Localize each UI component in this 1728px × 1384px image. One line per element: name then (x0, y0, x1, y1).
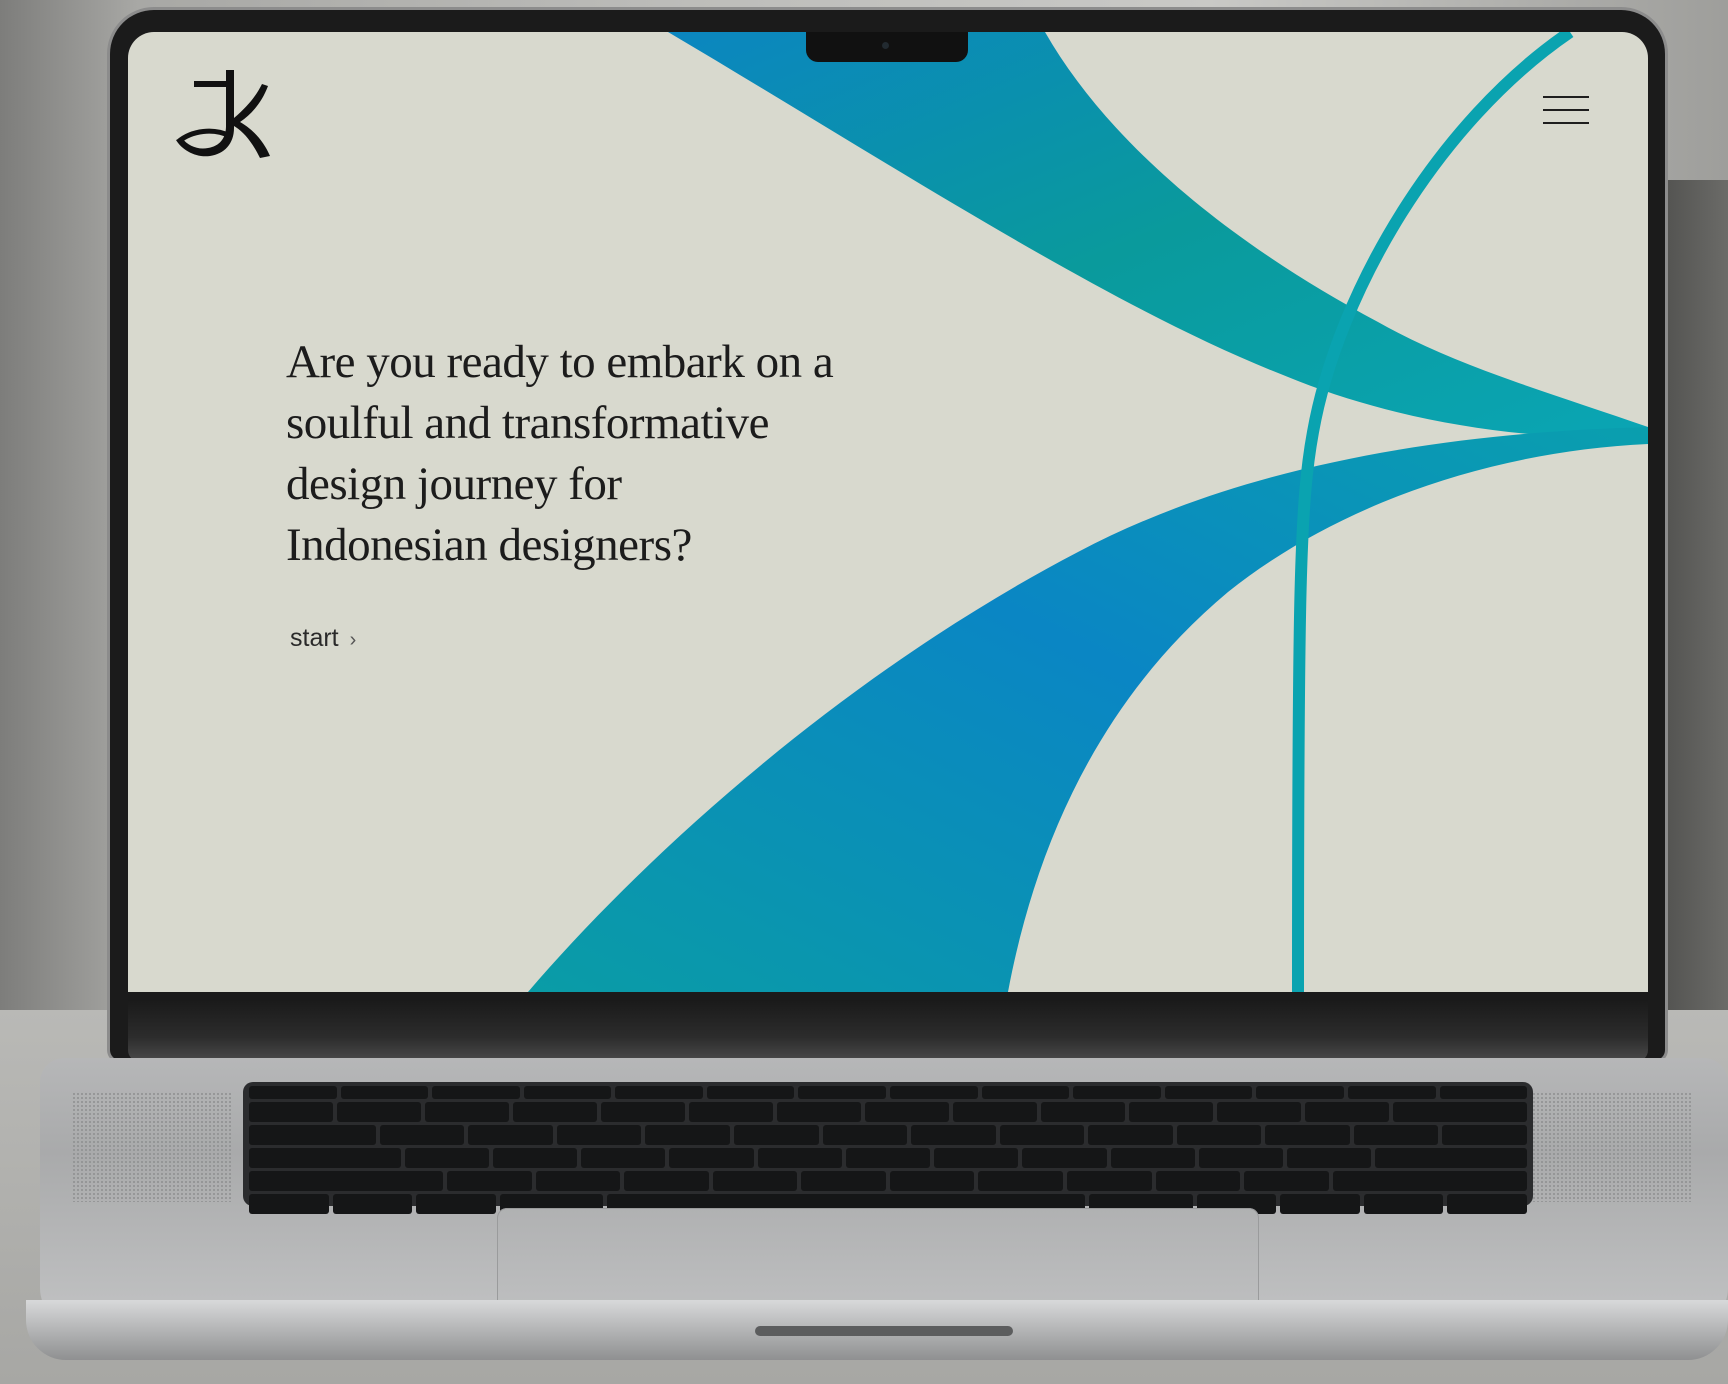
key (1128, 1102, 1213, 1122)
key (249, 1171, 444, 1191)
key (1347, 1086, 1436, 1099)
chevron-right-icon: › (349, 629, 357, 651)
key (822, 1125, 908, 1145)
key (734, 1125, 819, 1145)
key (1287, 1148, 1372, 1168)
key (249, 1194, 329, 1214)
key (1067, 1171, 1152, 1191)
camera-notch (806, 32, 968, 62)
key (600, 1102, 685, 1122)
key (424, 1102, 509, 1122)
hamburger-menu-icon[interactable] (1543, 96, 1589, 132)
key (581, 1148, 666, 1168)
key (934, 1148, 1019, 1168)
key (615, 1086, 703, 1099)
lid-opening-notch (755, 1326, 1013, 1336)
key (1363, 1194, 1444, 1214)
key (1110, 1148, 1195, 1168)
key (645, 1125, 731, 1145)
keyboard-row (249, 1102, 1527, 1122)
key (1040, 1102, 1125, 1122)
menu-line (1543, 109, 1589, 111)
key (1353, 1125, 1439, 1145)
key (688, 1102, 773, 1122)
key (1073, 1086, 1161, 1099)
key (535, 1171, 621, 1191)
key (624, 1171, 709, 1191)
key (492, 1148, 578, 1168)
key (669, 1148, 754, 1168)
key (776, 1102, 861, 1122)
start-label: start (290, 624, 339, 652)
key (332, 1194, 413, 1214)
key (911, 1125, 996, 1145)
key (1447, 1194, 1527, 1214)
key (1198, 1148, 1284, 1168)
key (1442, 1125, 1527, 1145)
menu-line (1543, 96, 1589, 98)
key (249, 1125, 376, 1145)
key (1155, 1171, 1241, 1191)
key (249, 1102, 333, 1122)
key (468, 1125, 553, 1145)
key (1280, 1194, 1360, 1214)
keyboard-row (249, 1086, 1528, 1099)
key (447, 1171, 532, 1191)
key (889, 1171, 975, 1191)
key (416, 1194, 496, 1214)
key (1088, 1125, 1173, 1145)
headline-line-1: Are you ready to embark on a (286, 336, 834, 388)
keyboard-row (249, 1171, 1527, 1191)
key (1439, 1086, 1528, 1099)
key (1022, 1148, 1107, 1168)
key (864, 1102, 949, 1122)
keyboard-row (249, 1125, 1527, 1145)
key (712, 1171, 798, 1191)
key (249, 1086, 337, 1099)
key (1216, 1102, 1301, 1122)
key (801, 1171, 886, 1191)
key (978, 1171, 1063, 1191)
keyboard (243, 1082, 1533, 1214)
hero-headline: Are you ready to embark on a soulful and… (286, 332, 1006, 576)
key (1375, 1148, 1528, 1168)
laptop-screen: Are you ready to embark on a soulful and… (128, 32, 1648, 992)
key (1164, 1086, 1253, 1099)
key (706, 1086, 795, 1099)
key (432, 1086, 520, 1099)
key (999, 1125, 1085, 1145)
key (952, 1102, 1037, 1122)
key (1392, 1102, 1527, 1122)
key (404, 1148, 489, 1168)
jk-monogram-logo (176, 70, 270, 158)
key (1256, 1086, 1344, 1099)
scene-photo: Are you ready to embark on a soulful and… (0, 0, 1728, 1384)
key (1244, 1171, 1329, 1191)
key (1176, 1125, 1262, 1145)
key (1332, 1171, 1527, 1191)
screen-bezel-bottom (128, 1000, 1648, 1062)
key (798, 1086, 887, 1099)
key (249, 1148, 401, 1168)
key (512, 1102, 597, 1122)
headline-line-4: Indonesian designers? (286, 519, 692, 571)
key (845, 1148, 931, 1168)
speaker-grille-right (1532, 1092, 1692, 1202)
key (981, 1086, 1070, 1099)
key (523, 1086, 612, 1099)
key (340, 1086, 429, 1099)
headline-line-3: design journey for (286, 458, 622, 510)
menu-line (1543, 122, 1589, 124)
key (379, 1125, 465, 1145)
headline-line-2: soulful and transformative (286, 397, 769, 449)
speaker-grille-left (72, 1092, 232, 1202)
key (556, 1125, 642, 1145)
key (1265, 1125, 1350, 1145)
key (757, 1148, 842, 1168)
key (336, 1102, 421, 1122)
keyboard-row (249, 1148, 1528, 1168)
key (1304, 1102, 1389, 1122)
start-link[interactable]: start › (290, 624, 356, 653)
key (890, 1086, 978, 1099)
